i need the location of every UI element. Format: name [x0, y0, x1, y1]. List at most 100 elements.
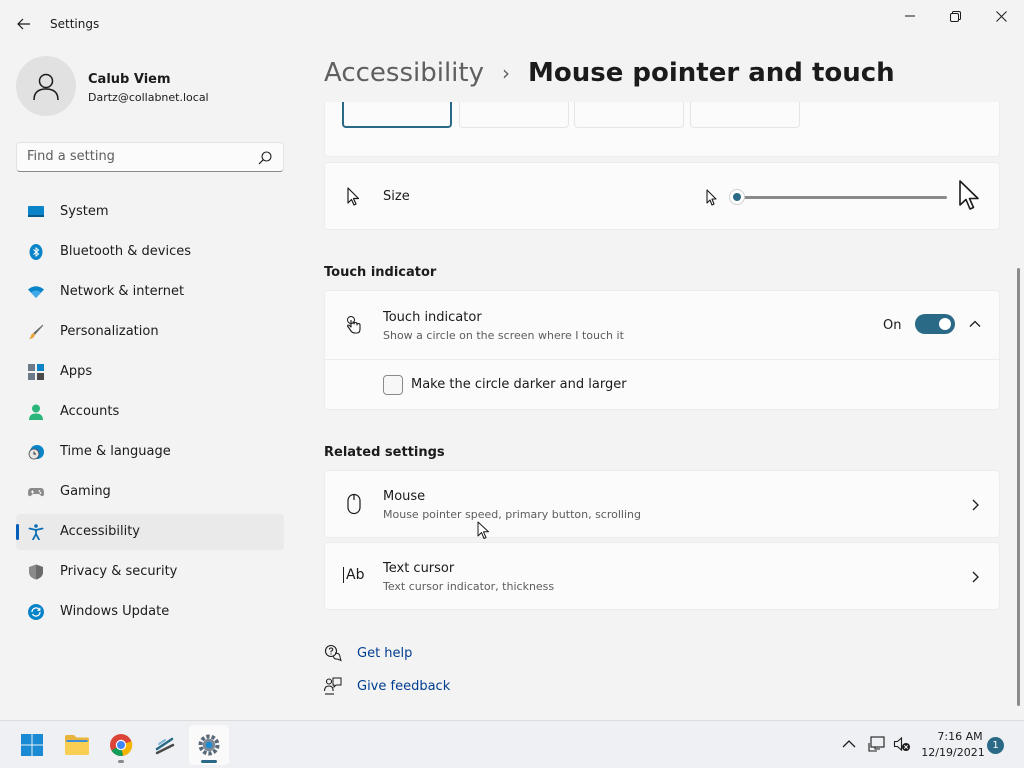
chevron-up-icon[interactable]: [967, 316, 983, 332]
terminal-app-icon: [155, 737, 175, 755]
restore-icon: [949, 10, 961, 22]
search-input[interactable]: [27, 149, 247, 164]
related-settings-heading: Related settings: [324, 445, 445, 460]
notification-badge[interactable]: 1: [987, 737, 1004, 754]
sidebar-item-bluetooth[interactable]: Bluetooth & devices: [16, 234, 284, 270]
sidebar-item-personalization[interactable]: Personalization: [16, 314, 284, 350]
touch-indicator-card: Touch indicator Show a circle on the scr…: [324, 290, 1000, 410]
pointer-style-option-inverted[interactable]: [574, 102, 684, 128]
taskbar-settings[interactable]: [189, 725, 229, 765]
sidebar-item-privacy-security[interactable]: Privacy & security: [16, 554, 284, 590]
avatar[interactable]: [16, 56, 76, 116]
mouse-settings-link[interactable]: Mouse Mouse pointer speed, primary butto…: [324, 470, 1000, 538]
darker-circle-checkbox[interactable]: [383, 375, 403, 395]
sidebar-item-apps[interactable]: Apps: [16, 354, 284, 390]
network-display-icon[interactable]: [868, 735, 886, 753]
update-icon: [28, 604, 44, 620]
mouse-link-title: Mouse: [383, 489, 426, 504]
minimize-button[interactable]: [887, 0, 933, 32]
sidebar-item-label: Accounts: [60, 404, 120, 419]
person-icon: [29, 404, 43, 420]
pointer-style-option-custom[interactable]: [690, 102, 800, 128]
give-feedback-label[interactable]: Give feedback: [357, 679, 450, 694]
sidebar-item-network[interactable]: Network & internet: [16, 274, 284, 310]
text-cursor-settings-link[interactable]: Ab Text cursor Text cursor indicator, th…: [324, 542, 1000, 610]
volume-muted-icon[interactable]: [893, 735, 911, 753]
touch-indicator-heading: Touch indicator: [324, 265, 437, 280]
sidebar-item-system[interactable]: System: [16, 194, 284, 230]
minimize-icon: [905, 15, 915, 17]
system-icon: [28, 206, 44, 217]
search-icon[interactable]: [257, 150, 273, 166]
sidebar-item-time-language[interactable]: Time & language: [16, 434, 284, 470]
app-active-indicator: [201, 760, 217, 763]
bluetooth-icon: [29, 244, 43, 260]
app-title: Settings: [50, 17, 100, 31]
person-icon: [33, 73, 59, 101]
clock-globe-icon: [28, 445, 44, 460]
pointer-size-slider[interactable]: [729, 189, 947, 205]
touch-indicator-toggle[interactable]: [915, 314, 955, 334]
gamepad-icon: [28, 488, 44, 497]
search-box[interactable]: [16, 142, 284, 172]
pointer-style-option-white[interactable]: [342, 102, 452, 128]
mouse-link-subtitle: Mouse pointer speed, primary button, scr…: [383, 508, 641, 521]
maximize-button[interactable]: [932, 0, 978, 32]
feedback-icon: [324, 677, 342, 695]
close-icon: [995, 10, 1007, 22]
clock-time[interactable]: 7:16 AM: [930, 730, 990, 743]
close-button[interactable]: [978, 0, 1024, 32]
sidebar-item-gaming[interactable]: Gaming: [16, 474, 284, 510]
sidebar-item-accounts[interactable]: Accounts: [16, 394, 284, 430]
page-title: Accessibility › Mouse pointer and touch: [324, 58, 895, 88]
taskbar-app-pinned[interactable]: [145, 725, 185, 765]
touch-indicator-subtitle: Show a circle on the screen where I touc…: [383, 329, 624, 342]
sidebar-item-label: Accessibility: [60, 524, 140, 539]
content-scrollbar[interactable]: [1017, 268, 1020, 706]
brush-icon: [29, 324, 44, 339]
title-bar: Settings: [0, 0, 1024, 48]
taskbar-chrome[interactable]: [101, 725, 141, 765]
sidebar-item-windows-update[interactable]: Windows Update: [16, 594, 284, 630]
taskbar: 7:16 AM 12/19/2021 1: [0, 720, 1024, 768]
sidebar-item-accessibility[interactable]: Accessibility: [16, 514, 284, 550]
text-cursor-icon: Ab: [343, 567, 364, 583]
breadcrumb-current: Mouse pointer and touch: [528, 58, 895, 88]
small-pointer-icon: [706, 189, 717, 206]
back-button[interactable]: [12, 12, 36, 36]
mouse-pointer-icon: [347, 187, 360, 206]
taskbar-file-explorer[interactable]: [57, 725, 97, 765]
toggle-state-label: On: [883, 318, 902, 333]
clock-date[interactable]: 12/19/2021: [920, 746, 986, 759]
pointer-style-card: [324, 102, 1000, 157]
start-button[interactable]: [12, 725, 52, 765]
mouse-cursor-icon: [477, 521, 489, 539]
get-help-label[interactable]: Get help: [357, 646, 412, 661]
slider-thumb[interactable]: [729, 189, 745, 205]
arrow-left-icon: [17, 18, 30, 30]
chrome-icon: [110, 734, 133, 756]
darker-circle-label[interactable]: Make the circle darker and larger: [411, 377, 627, 392]
sidebar-item-label: Gaming: [60, 484, 111, 499]
apps-icon: [28, 364, 44, 380]
help-chat-icon: [324, 644, 342, 662]
shield-icon: [29, 564, 43, 580]
chevron-right-icon: [972, 571, 979, 583]
sidebar-item-label: Network & internet: [60, 284, 185, 299]
profile-email: Dartz@collabnet.local: [88, 91, 209, 104]
sidebar-item-label: Time & language: [60, 444, 171, 459]
get-help-link[interactable]: Get help: [324, 642, 412, 664]
gear-icon: [198, 734, 220, 756]
chevron-up-icon[interactable]: [840, 735, 858, 753]
pointer-size-card: Size: [324, 162, 1000, 230]
sidebar-item-label: Bluetooth & devices: [60, 244, 191, 259]
mouse-icon: [347, 493, 361, 515]
large-pointer-icon: [959, 180, 979, 210]
breadcrumb-parent[interactable]: Accessibility: [324, 58, 484, 88]
wifi-icon: [28, 286, 44, 298]
windows-logo-icon: [21, 734, 43, 756]
give-feedback-link[interactable]: Give feedback: [324, 675, 450, 697]
pointer-style-option-black[interactable]: [459, 102, 569, 128]
toggle-knob: [939, 318, 951, 330]
sidebar-item-label: System: [60, 204, 109, 219]
